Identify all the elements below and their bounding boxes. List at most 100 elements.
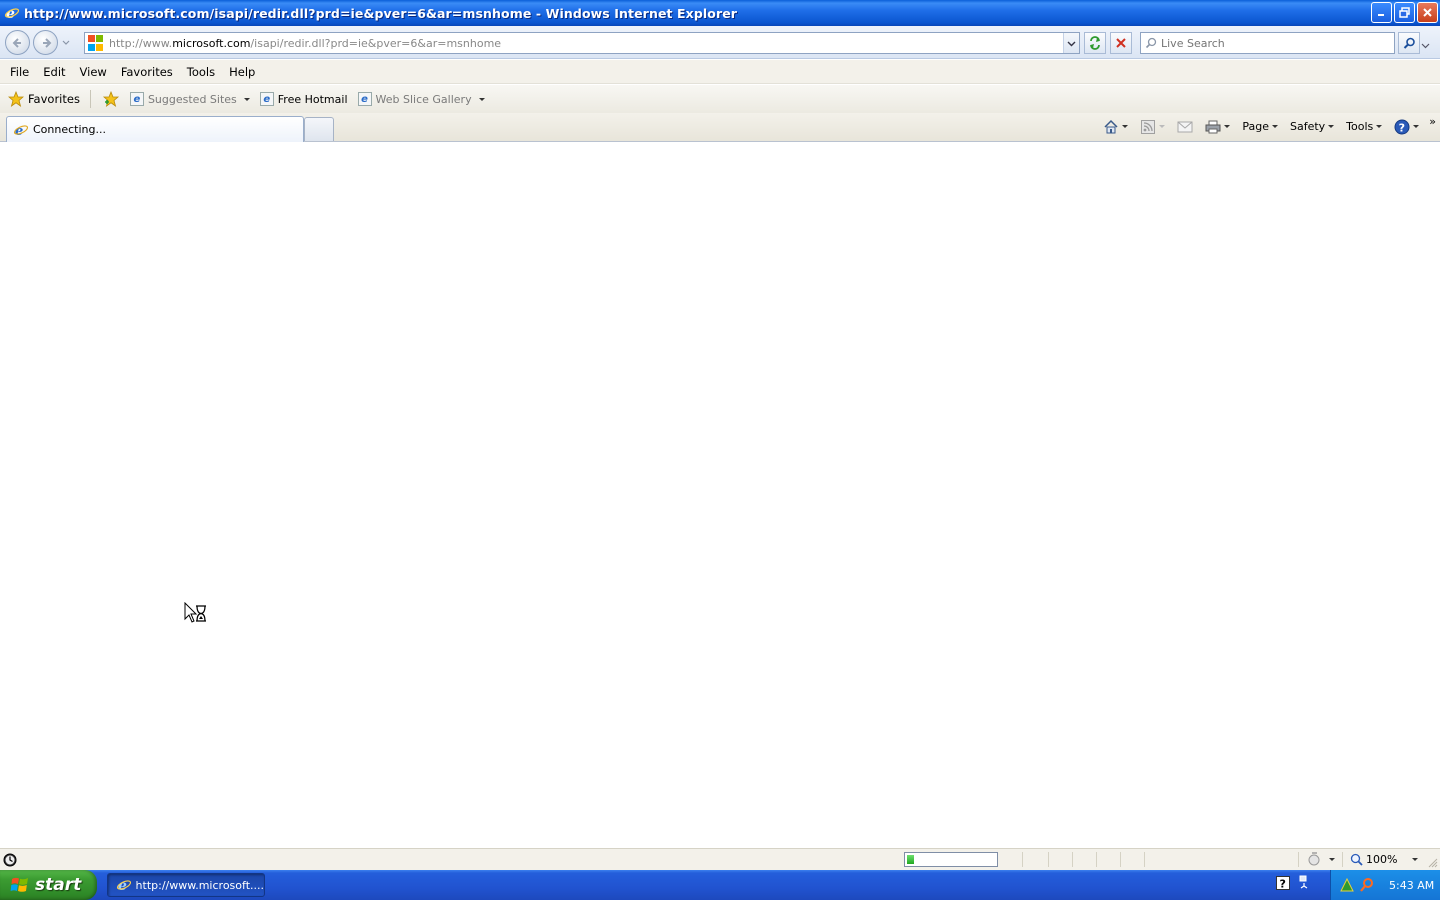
command-bar: Page Safety Tools ? » <box>1097 113 1440 140</box>
status-divider <box>1342 852 1343 867</box>
dropdown-caret-icon <box>478 97 485 101</box>
dropdown-caret-icon <box>1271 125 1278 128</box>
start-label: start <box>35 875 82 895</box>
chevron-down-icon <box>1421 43 1430 49</box>
search-options-dropdown[interactable] <box>1421 40 1431 49</box>
zoom-control[interactable]: 100% <box>1350 851 1419 868</box>
address-url[interactable]: http://www.microsoft.com/isapi/redir.dll… <box>109 37 501 50</box>
chevron-down-icon <box>1067 41 1076 46</box>
menu-tools[interactable]: Tools <box>180 63 222 81</box>
favorites-bar: Favorites e Suggested Sites e Free Hotma… <box>0 85 1440 113</box>
close-icon <box>1423 8 1432 17</box>
help-menu-button[interactable]: ? <box>1388 116 1425 138</box>
address-toolbar: http://www.microsoft.com/isapi/redir.dll… <box>0 26 1440 59</box>
network-shield-tray-icon[interactable] <box>1339 877 1355 893</box>
magnifier-icon <box>1403 37 1415 49</box>
resize-grip-icon[interactable] <box>1428 858 1438 868</box>
taskbar-clock[interactable]: 5:43 AM <box>1389 879 1434 892</box>
page-menu-button[interactable]: Page <box>1236 116 1284 138</box>
feeds-button[interactable] <box>1134 116 1171 138</box>
add-to-favorites-bar-button[interactable] <box>97 89 125 109</box>
window-title: http://www.microsoft.com/isapi/redir.dll… <box>24 5 738 21</box>
status-bar: 100% <box>0 848 1440 870</box>
refresh-button[interactable] <box>1084 32 1106 54</box>
loading-page-icon: e <box>13 124 29 138</box>
print-button[interactable] <box>1199 116 1236 138</box>
url-prefix: http://www. <box>109 36 173 50</box>
search-tray-icon[interactable] <box>1359 877 1375 893</box>
menu-view[interactable]: View <box>73 63 114 81</box>
title-bar[interactable]: e http://www.microsoft.com/isapi/redir.d… <box>0 0 1440 26</box>
address-field[interactable]: http://www.microsoft.com/isapi/redir.dll… <box>84 32 1080 54</box>
add-favorite-star-icon <box>102 91 120 107</box>
read-mail-button[interactable] <box>1171 116 1199 138</box>
search-button[interactable] <box>1398 32 1420 54</box>
tools-menu-label: Tools <box>1346 120 1374 133</box>
dropdown-caret-icon <box>1413 125 1420 128</box>
restore-button[interactable] <box>1394 2 1415 23</box>
page-menu-label: Page <box>1242 120 1269 133</box>
taskbar-item-label: http://www.microsoft.... <box>135 878 264 892</box>
ie-page-icon: e <box>259 92 274 106</box>
restore-icon <box>1399 7 1410 18</box>
new-tab-button[interactable] <box>304 117 334 141</box>
menu-file[interactable]: File <box>3 63 36 81</box>
favorite-link-suggested-sites[interactable]: e Suggested Sites <box>125 90 255 108</box>
status-divider <box>1096 852 1097 867</box>
ie-logo-icon: e <box>4 5 20 21</box>
favorites-separator <box>89 90 91 108</box>
zoom-magnifier-icon <box>1350 853 1363 866</box>
taskbar: start e http://www.microsoft.... ? 5:43 … <box>0 870 1440 900</box>
favorites-button[interactable]: Favorites <box>6 89 86 109</box>
tab-connecting[interactable]: e Connecting... <box>6 116 304 142</box>
url-suffix: /isapi/redir.dll?prd=ie&pver=6&ar=msnhom… <box>250 36 502 50</box>
status-divider <box>1144 852 1145 867</box>
search-input[interactable] <box>1161 36 1381 50</box>
favorites-label: Favorites <box>28 92 80 106</box>
stop-button[interactable] <box>1110 32 1132 54</box>
menu-bar: File Edit View Favorites Tools Help <box>0 60 1440 84</box>
dropdown-caret-icon <box>1376 125 1383 128</box>
back-button[interactable] <box>5 30 30 55</box>
favorites-star-icon <box>8 91 24 107</box>
system-tray: 5:43 AM <box>1330 870 1440 900</box>
ie-page-icon: e <box>357 92 372 106</box>
forward-button[interactable] <box>33 30 58 55</box>
menu-edit[interactable]: Edit <box>36 63 72 81</box>
help-tray-icon[interactable]: ? <box>1276 876 1290 890</box>
protected-mode-indicator[interactable] <box>1306 851 1335 867</box>
chevron-down-icon <box>62 40 70 45</box>
printer-icon <box>1205 119 1221 135</box>
toolbar-overflow-chevron[interactable]: » <box>1425 115 1440 128</box>
safety-menu-button[interactable]: Safety <box>1284 116 1340 138</box>
page-load-progress-bar <box>904 852 998 867</box>
home-icon <box>1103 119 1119 135</box>
windows-flag-icon <box>10 877 28 892</box>
favorite-link-free-hotmail[interactable]: e Free Hotmail <box>255 90 353 108</box>
dropdown-caret-icon <box>1329 857 1335 861</box>
search-icon <box>1145 37 1157 49</box>
ie-page-icon: e <box>129 92 144 106</box>
address-dropdown-button[interactable] <box>1063 33 1079 53</box>
close-button[interactable] <box>1417 2 1438 23</box>
ie-logo-icon: e <box>116 878 131 893</box>
rss-feed-icon <box>1140 119 1156 135</box>
dropdown-caret-icon <box>1159 125 1166 128</box>
minimize-button[interactable] <box>1371 2 1392 23</box>
page-content-area[interactable] <box>0 142 1440 848</box>
status-divider <box>1120 852 1121 867</box>
favorite-link-label: Free Hotmail <box>277 92 348 106</box>
network-tray-icon[interactable] <box>1298 875 1310 891</box>
mail-icon <box>1177 119 1193 135</box>
search-field[interactable] <box>1140 32 1395 54</box>
home-button[interactable] <box>1097 116 1134 138</box>
favorite-link-label: Suggested Sites <box>147 92 237 106</box>
menu-favorites[interactable]: Favorites <box>114 63 180 81</box>
favorite-link-web-slice-gallery[interactable]: e Web Slice Gallery <box>353 90 490 108</box>
menu-help[interactable]: Help <box>222 63 262 81</box>
start-button[interactable]: start <box>0 870 97 900</box>
tools-menu-button[interactable]: Tools <box>1340 116 1388 138</box>
forward-arrow-icon <box>42 37 51 48</box>
taskbar-item-internet-explorer[interactable]: e http://www.microsoft.... <box>107 873 265 897</box>
recent-pages-dropdown[interactable] <box>61 38 71 48</box>
